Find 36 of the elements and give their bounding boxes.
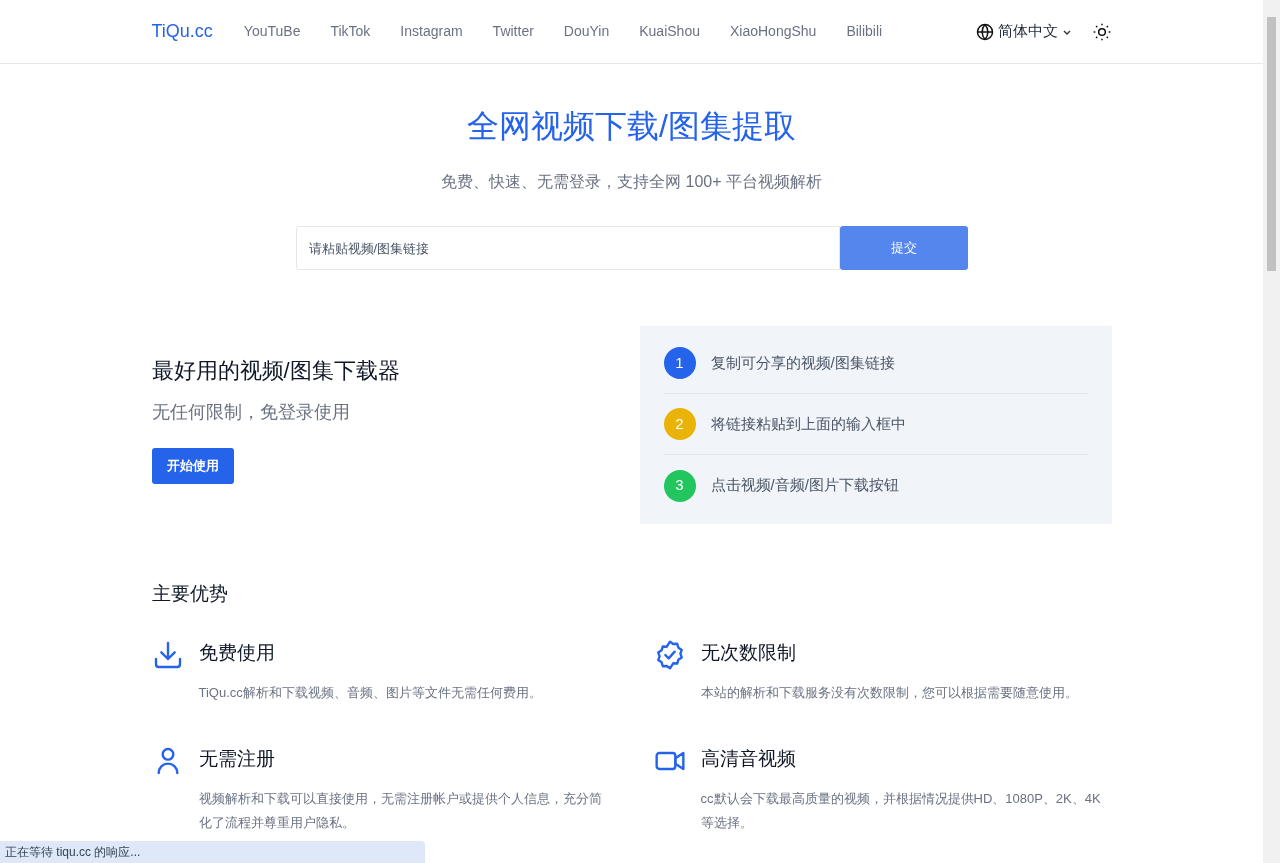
features-title: 主要优势	[151, 582, 229, 606]
scrollbar[interactable]	[1263, 0, 1280, 863]
nav-link[interactable]: TikTok	[315, 21, 386, 42]
step-number: 1	[663, 347, 696, 379]
nav-link[interactable]: DouYin	[548, 21, 625, 42]
step-text: 复制可分享的视频/图集链接	[710, 352, 895, 373]
feature-description: TiQu.cc解析和下载视频、音频、图片等文件无需任何费用。	[198, 683, 543, 702]
url-input-field[interactable]: 请粘贴视频/图集链接	[295, 226, 840, 270]
feature-title: 无需注册	[198, 746, 276, 771]
language-selector[interactable]: 简体中文	[975, 20, 1072, 43]
intro-subtitle: 无任何限制，免登录使用	[151, 401, 351, 424]
nav-link[interactable]: YouTuBe	[228, 21, 316, 42]
feature-description: cc默认会下载最高质量的视频，并根据情况提供HD、1080P、2K、4K等选择。	[700, 789, 1102, 832]
nav-link[interactable]: Bilibili	[831, 21, 898, 42]
feature-description: 视频解析和下载可以直接使用，无需注册帐户或提供个人信息，充分简化了流程并尊重用户隐私。	[198, 789, 603, 832]
start-button[interactable]: 开始使用	[151, 448, 234, 484]
globe-icon	[975, 22, 994, 41]
step-text: 点击视频/音频/图片下载按钮	[710, 475, 899, 496]
feature-title: 无次数限制	[700, 640, 797, 665]
site-logo[interactable]: TiQu.cc	[151, 18, 213, 45]
feature-title: 高清音视频	[700, 746, 797, 771]
feature-description: 本站的解析和下载服务没有次数限制，您可以根据需要随意使用。	[700, 683, 1079, 702]
nav-link[interactable]: Instagram	[385, 21, 478, 42]
nav-link[interactable]: Twitter	[477, 21, 549, 42]
hero-title: 全网视频下载/图集提取	[467, 107, 796, 146]
hero-subtitle: 免费、快速、无需登录，支持全网 100+ 平台视频解析	[441, 172, 822, 192]
intro-title: 最好用的视频/图集下载器	[151, 357, 400, 385]
step-text: 将链接粘贴到上面的输入框中	[710, 413, 906, 434]
nav-link[interactable]: KuaiShou	[624, 21, 715, 42]
sun-icon[interactable]	[1091, 21, 1112, 42]
status-bar: 正在等待 tiqu.cc 的响应...	[0, 841, 425, 863]
submit-button[interactable]: 提交	[839, 226, 968, 270]
step-number: 2	[663, 408, 696, 440]
step-number: 3	[663, 469, 696, 502]
feature-title: 免费使用	[198, 640, 276, 665]
nav-link[interactable]: XiaoHongShu	[714, 21, 832, 42]
